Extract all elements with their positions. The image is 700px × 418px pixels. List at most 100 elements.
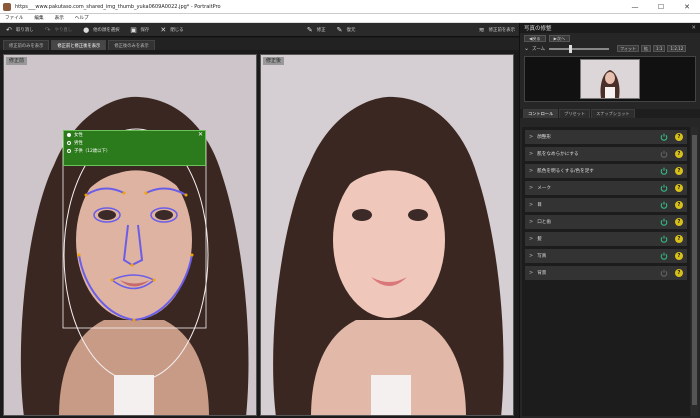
help-icon[interactable]: ? (675, 252, 683, 260)
control-row[interactable]: > 肌色を明るくする/色を足す? (525, 164, 687, 178)
ratio-button[interactable]: 1:2,12 (667, 45, 687, 52)
zoom-label: ズーム (532, 46, 546, 52)
close-icon: ✕ (160, 25, 167, 34)
help-icon[interactable]: ? (675, 133, 683, 141)
control-name: 口と歯 (537, 220, 551, 225)
undo-label: 取り消し (16, 27, 34, 33)
chevron-right-icon[interactable]: > (529, 134, 533, 140)
layers-icon: ≋ (478, 25, 485, 34)
select-face-label: 他の顔を選択 (93, 27, 120, 33)
view-tabs: 修正前のみを表示 修正前と修正後を表示 修正後のみを表示 (0, 38, 520, 50)
power-toggle-icon[interactable] (660, 252, 668, 260)
menu-help[interactable]: ヘルプ (70, 15, 95, 21)
undo-button[interactable]: ↶ 取り消し (0, 23, 39, 37)
back-button[interactable]: ◀ 戻る (524, 35, 546, 42)
help-icon[interactable]: ? (675, 167, 683, 175)
actual-size-button[interactable]: 1:1 (653, 45, 666, 52)
tab-before-after[interactable]: 修正前と修正後を表示 (51, 40, 107, 50)
control-tabs: コントロール プリセット スナップショット (520, 109, 700, 118)
redo-button[interactable]: ↷ やり直し (39, 23, 78, 37)
title-bar: https___www.pakutaso.com_shared_img_thum… (0, 0, 700, 14)
before-image-pane[interactable]: 修正前 ✕ 女性 男性 子供（12歳以下） (3, 54, 257, 416)
portrait-photo-before (4, 55, 256, 415)
controls-scrollbar[interactable] (691, 127, 698, 416)
toolbar: ↶ 取り消し ↷ やり直し ● 他の顔を選択 ▣ 保存 ✕ 閉じる ✎ 修正 ✎… (0, 23, 520, 37)
control-row[interactable]: > 髪? (525, 232, 687, 246)
control-row[interactable]: > 目? (525, 198, 687, 212)
popup-close-button[interactable]: ✕ (198, 131, 203, 138)
female-label: 女性 (74, 133, 83, 138)
sidebar-close-icon[interactable]: ✕ (691, 25, 696, 31)
face-type-female[interactable]: 女性 (64, 131, 205, 139)
tab-snapshots[interactable]: スナップショット (591, 109, 635, 118)
fit-button[interactable]: フィット (617, 45, 639, 52)
tab-controls[interactable]: コントロール (523, 109, 559, 118)
close-window-button[interactable]: ✕ (674, 0, 700, 14)
control-row[interactable]: > 背景? (525, 266, 687, 280)
power-toggle-icon[interactable] (660, 269, 668, 277)
face-type-child[interactable]: 子供（12歳以下） (64, 147, 205, 155)
chevron-right-icon[interactable]: > (529, 202, 533, 208)
controls-list: > 顔整形? > 肌をなめらかにする? > 肌色を明るくする/色を足す? > メーク? > 目? >… (522, 127, 690, 416)
select-face-button[interactable]: ● 他の顔を選択 (77, 23, 124, 37)
chevron-right-icon[interactable]: > (529, 185, 533, 191)
tab-presets[interactable]: プリセット (559, 109, 591, 118)
control-name: 肌色を明るくする/色を足す (537, 169, 594, 174)
brush-icon: ✎ (306, 25, 313, 34)
power-toggle-icon[interactable] (660, 167, 668, 175)
control-name: 肌をなめらかにする (537, 152, 579, 157)
radio-male[interactable] (67, 141, 71, 145)
menu-file[interactable]: ファイル (0, 15, 29, 21)
power-toggle-icon[interactable] (660, 201, 668, 209)
help-icon[interactable]: ? (675, 150, 683, 158)
close-image-button[interactable]: ✕ 閉じる (154, 23, 188, 37)
control-row[interactable]: > 肌をなめらかにする? (525, 147, 687, 161)
next-label: 次へ (556, 35, 566, 41)
radio-child[interactable] (67, 149, 71, 153)
next-button[interactable]: ▶ 次へ (548, 35, 571, 42)
chevron-down-icon[interactable]: ⌄ (524, 45, 529, 52)
chevron-right-icon[interactable]: > (529, 253, 533, 259)
navigator-panel (524, 56, 696, 102)
magnify-button[interactable]: 拡 (641, 45, 651, 52)
menu-edit[interactable]: 編集 (29, 15, 49, 21)
help-icon[interactable]: ? (675, 218, 683, 226)
maximize-button[interactable]: ☐ (648, 0, 674, 14)
menu-view[interactable]: 表示 (50, 15, 70, 21)
control-row[interactable]: > 口と歯? (525, 215, 687, 229)
chevron-right-icon[interactable]: > (529, 219, 533, 225)
help-icon[interactable]: ? (675, 184, 683, 192)
chevron-right-icon[interactable]: > (529, 236, 533, 242)
power-toggle-icon[interactable] (660, 184, 668, 192)
power-toggle-icon[interactable] (660, 150, 668, 158)
control-name: 顔整形 (537, 135, 551, 140)
radio-female[interactable] (67, 133, 71, 137)
restore-brush-button[interactable]: ✎ 復元 (331, 23, 361, 37)
power-toggle-icon[interactable] (660, 133, 668, 141)
face-type-male[interactable]: 男性 (64, 139, 205, 147)
minimize-button[interactable]: — (622, 0, 648, 14)
help-icon[interactable]: ? (675, 235, 683, 243)
tab-after-only[interactable]: 修正後のみを表示 (108, 40, 155, 50)
zoom-row: ⌄ ズーム フィット 拡 1:1 1:2,12 (520, 44, 700, 53)
power-toggle-icon[interactable] (660, 218, 668, 226)
tab-before-only[interactable]: 修正前のみを表示 (3, 40, 50, 50)
power-toggle-icon[interactable] (660, 235, 668, 243)
close-label: 閉じる (170, 27, 184, 33)
control-row[interactable]: > 顔整形? (525, 130, 687, 144)
navigator-thumbnail[interactable] (580, 59, 640, 99)
zoom-slider-thumb[interactable] (569, 44, 573, 53)
control-row[interactable]: > メーク? (525, 181, 687, 195)
chevron-right-icon[interactable]: > (529, 270, 533, 276)
chevron-right-icon[interactable]: > (529, 168, 533, 174)
help-icon[interactable]: ? (675, 269, 683, 277)
compare-button[interactable]: ≋ 修正前を表示 (473, 23, 520, 37)
chevron-right-icon[interactable]: > (529, 151, 533, 157)
after-image-pane[interactable]: 修正後 (260, 54, 514, 416)
scrollbar-thumb[interactable] (692, 135, 697, 405)
help-icon[interactable]: ? (675, 201, 683, 209)
save-button[interactable]: ▣ 保存 (125, 23, 155, 37)
zoom-slider[interactable] (549, 44, 610, 53)
edit-brush-button[interactable]: ✎ 修正 (301, 23, 331, 37)
control-row[interactable]: > 写真? (525, 249, 687, 263)
